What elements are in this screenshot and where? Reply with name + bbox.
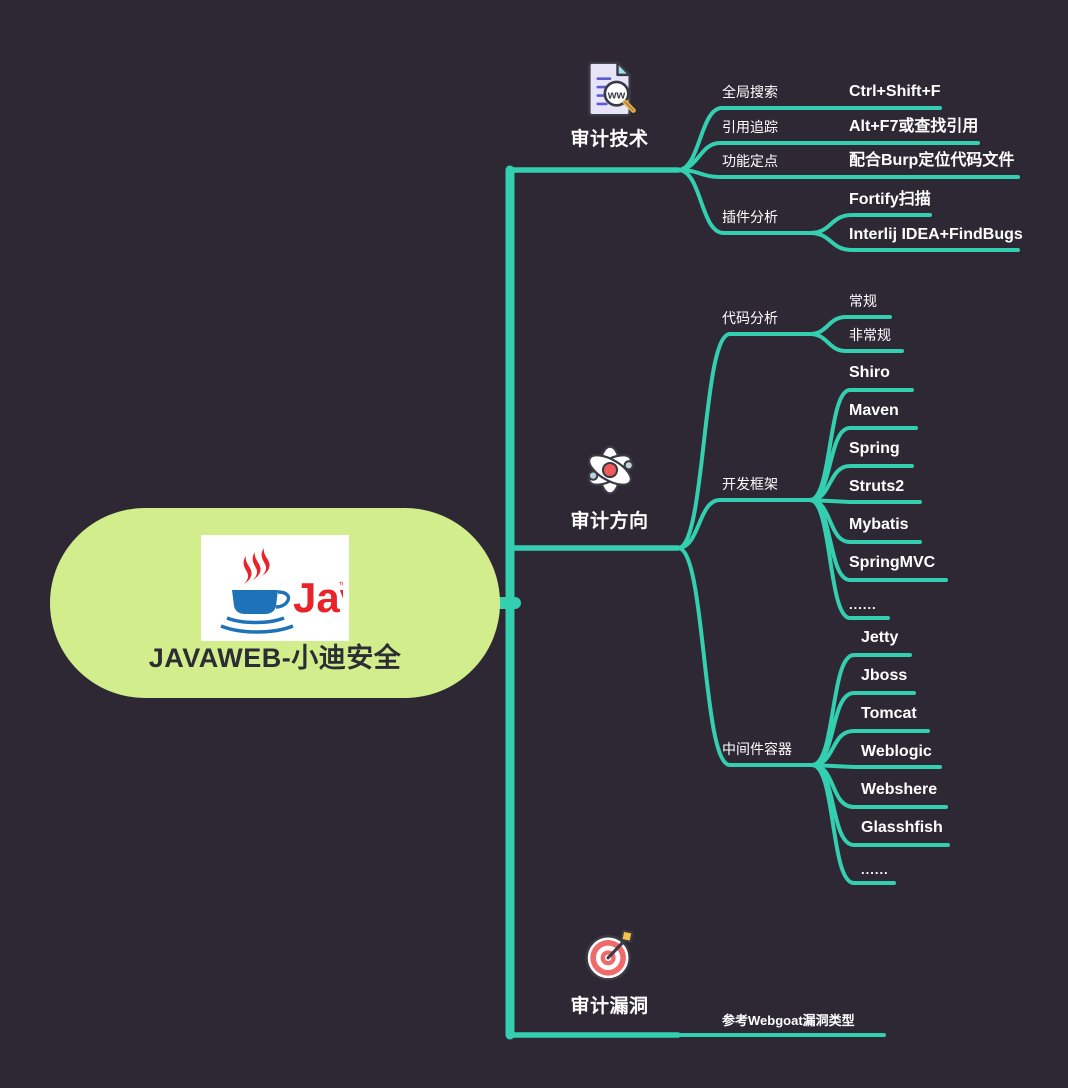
node-intellij-findbugs[interactable]: Interlij IDEA+FindBugs (849, 227, 1023, 243)
branch-head-audit-direction[interactable]: 审计方向 (562, 440, 657, 533)
root-node[interactable]: Java ™ JAVAWEB-小迪安全 (50, 508, 500, 698)
node-reference-trace[interactable]: 引用追踪 (722, 120, 778, 134)
node-plugin-analysis[interactable]: 插件分析 (722, 210, 778, 224)
branch-label-audit-vuln: 审计漏洞 (570, 996, 649, 1017)
node-struts2[interactable]: Struts2 (849, 479, 904, 495)
node-fortify-scan[interactable]: Fortify扫描 (849, 192, 931, 208)
branch-label-audit-direction: 审计方向 (570, 511, 649, 532)
b2-c1 (676, 332, 812, 550)
branch-head-audit-tech[interactable]: ww 审计技术 (562, 58, 657, 151)
node-dev-framework[interactable]: 开发框架 (722, 477, 778, 491)
mindmap-canvas: Java ™ JAVAWEB-小迪安全 ww 审计技术 (0, 0, 1068, 1088)
node-function-locate[interactable]: 功能定点 (722, 154, 778, 168)
node-weblogic[interactable]: Weblogic (861, 744, 932, 760)
node-global-search-value[interactable]: Ctrl+Shift+F (849, 84, 941, 100)
node-global-search[interactable]: 全局搜索 (722, 85, 778, 99)
node-glasshfish[interactable]: Glasshfish (861, 820, 943, 836)
java-logo: Java ™ (201, 534, 349, 641)
node-webgoat-reference[interactable]: 参考Webgoat漏洞类型 (722, 1014, 855, 1027)
target-dart-icon (584, 929, 634, 981)
node-springmvc[interactable]: SpringMVC (849, 555, 935, 571)
branch-label-audit-tech: 审计技术 (570, 129, 649, 150)
node-webshere[interactable]: Webshere (861, 782, 937, 798)
node-code-analysis[interactable]: 代码分析 (722, 311, 778, 325)
node-shiro[interactable]: Shiro (849, 365, 890, 381)
b2-c2-struts2 (808, 498, 922, 504)
node-mybatis[interactable]: Mybatis (849, 517, 909, 533)
b2-c3 (676, 546, 814, 767)
svg-text:™: ™ (338, 580, 343, 590)
node-jetty[interactable]: Jetty (861, 630, 898, 646)
node-tomcat[interactable]: Tomcat (861, 706, 917, 722)
java-logo-icon: Java ™ (220, 547, 343, 634)
node-reference-trace-value[interactable]: Alt+F7或查找引用 (849, 119, 978, 135)
document-search-icon: ww (587, 61, 636, 117)
node-jboss[interactable]: Jboss (861, 668, 907, 684)
atom-icon (587, 445, 634, 495)
node-maven[interactable]: Maven (849, 403, 899, 419)
b2-c2 (676, 498, 812, 550)
branch-head-audit-vuln[interactable]: 审计漏洞 (562, 925, 657, 1018)
node-conventional[interactable]: 常规 (849, 294, 877, 308)
node-function-locate-value[interactable]: 配合Burp定位代码文件 (849, 153, 1014, 169)
svg-text:Java: Java (293, 574, 343, 621)
node-middleware-container[interactable]: 中间件容器 (722, 742, 792, 756)
b1-c3 (676, 168, 847, 179)
node-unconventional[interactable]: 非常规 (849, 328, 891, 342)
node-spring[interactable]: Spring (849, 441, 900, 457)
b2-c3-weblogic (810, 763, 942, 769)
root-title: JAVAWEB-小迪安全 (148, 642, 402, 673)
node-container-more[interactable]: ...... (861, 863, 889, 876)
svg-text:ww: ww (606, 89, 625, 101)
node-framework-more[interactable]: ...... (849, 598, 877, 611)
